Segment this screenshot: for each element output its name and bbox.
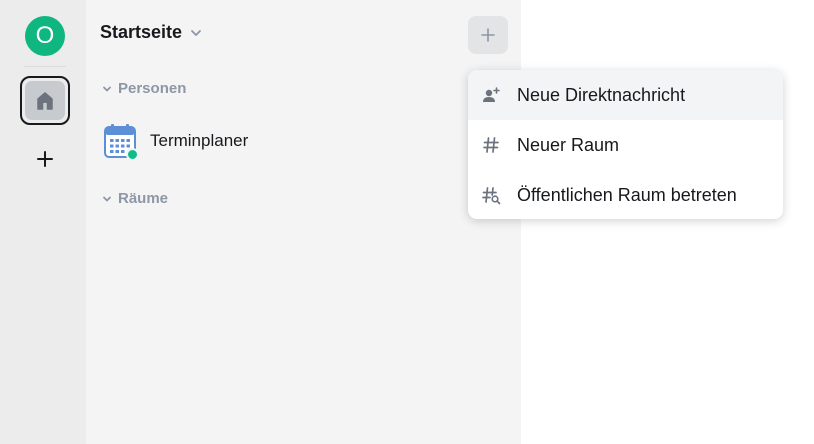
add-context-menu: Neue Direktnachricht Neuer Raum Öffentli…	[468, 70, 783, 219]
plus-icon	[481, 28, 495, 42]
chevron-down-icon	[191, 29, 201, 36]
chevron-down-icon	[103, 86, 111, 91]
room-avatar	[104, 124, 139, 161]
create-space-button[interactable]	[30, 144, 60, 174]
plus-icon	[37, 151, 53, 167]
menu-item-label: Öffentlichen Raum betreten	[517, 184, 737, 205]
section-label: Personen	[118, 80, 187, 97]
menu-item-explore-public-rooms[interactable]: Öffentlichen Raum betreten	[468, 170, 783, 219]
menu-item-label: Neue Direktnachricht	[517, 84, 686, 105]
room-list-panel: Startseite Personen Terminplaner Räume	[86, 0, 521, 444]
chevron-down-icon	[103, 196, 111, 201]
room-name: Terminplaner	[150, 131, 249, 150]
presence-online-indicator	[126, 148, 139, 161]
page-title: Startseite	[100, 22, 183, 42]
avatar-letter: O	[35, 22, 55, 49]
section-label: Räume	[118, 190, 169, 207]
add-person-icon	[483, 87, 500, 102]
user-avatar[interactable]: O	[25, 16, 65, 56]
room-list-item[interactable]: Terminplaner	[104, 124, 249, 161]
hash-search-icon	[482, 187, 501, 205]
add-room-button[interactable]	[468, 16, 508, 54]
home-space-button[interactable]	[20, 76, 70, 125]
space-rail: O	[0, 0, 86, 444]
home-header[interactable]: Startseite	[100, 22, 202, 43]
menu-item-new-direct-message[interactable]: Neue Direktnachricht	[468, 70, 783, 120]
hash-icon	[483, 137, 499, 153]
home-icon	[37, 91, 53, 110]
section-header-raeume[interactable]: Räume	[102, 190, 168, 207]
section-header-personen[interactable]: Personen	[102, 80, 186, 97]
menu-item-new-room[interactable]: Neuer Raum	[468, 120, 783, 170]
rail-divider	[24, 66, 66, 67]
menu-item-label: Neuer Raum	[517, 134, 620, 155]
